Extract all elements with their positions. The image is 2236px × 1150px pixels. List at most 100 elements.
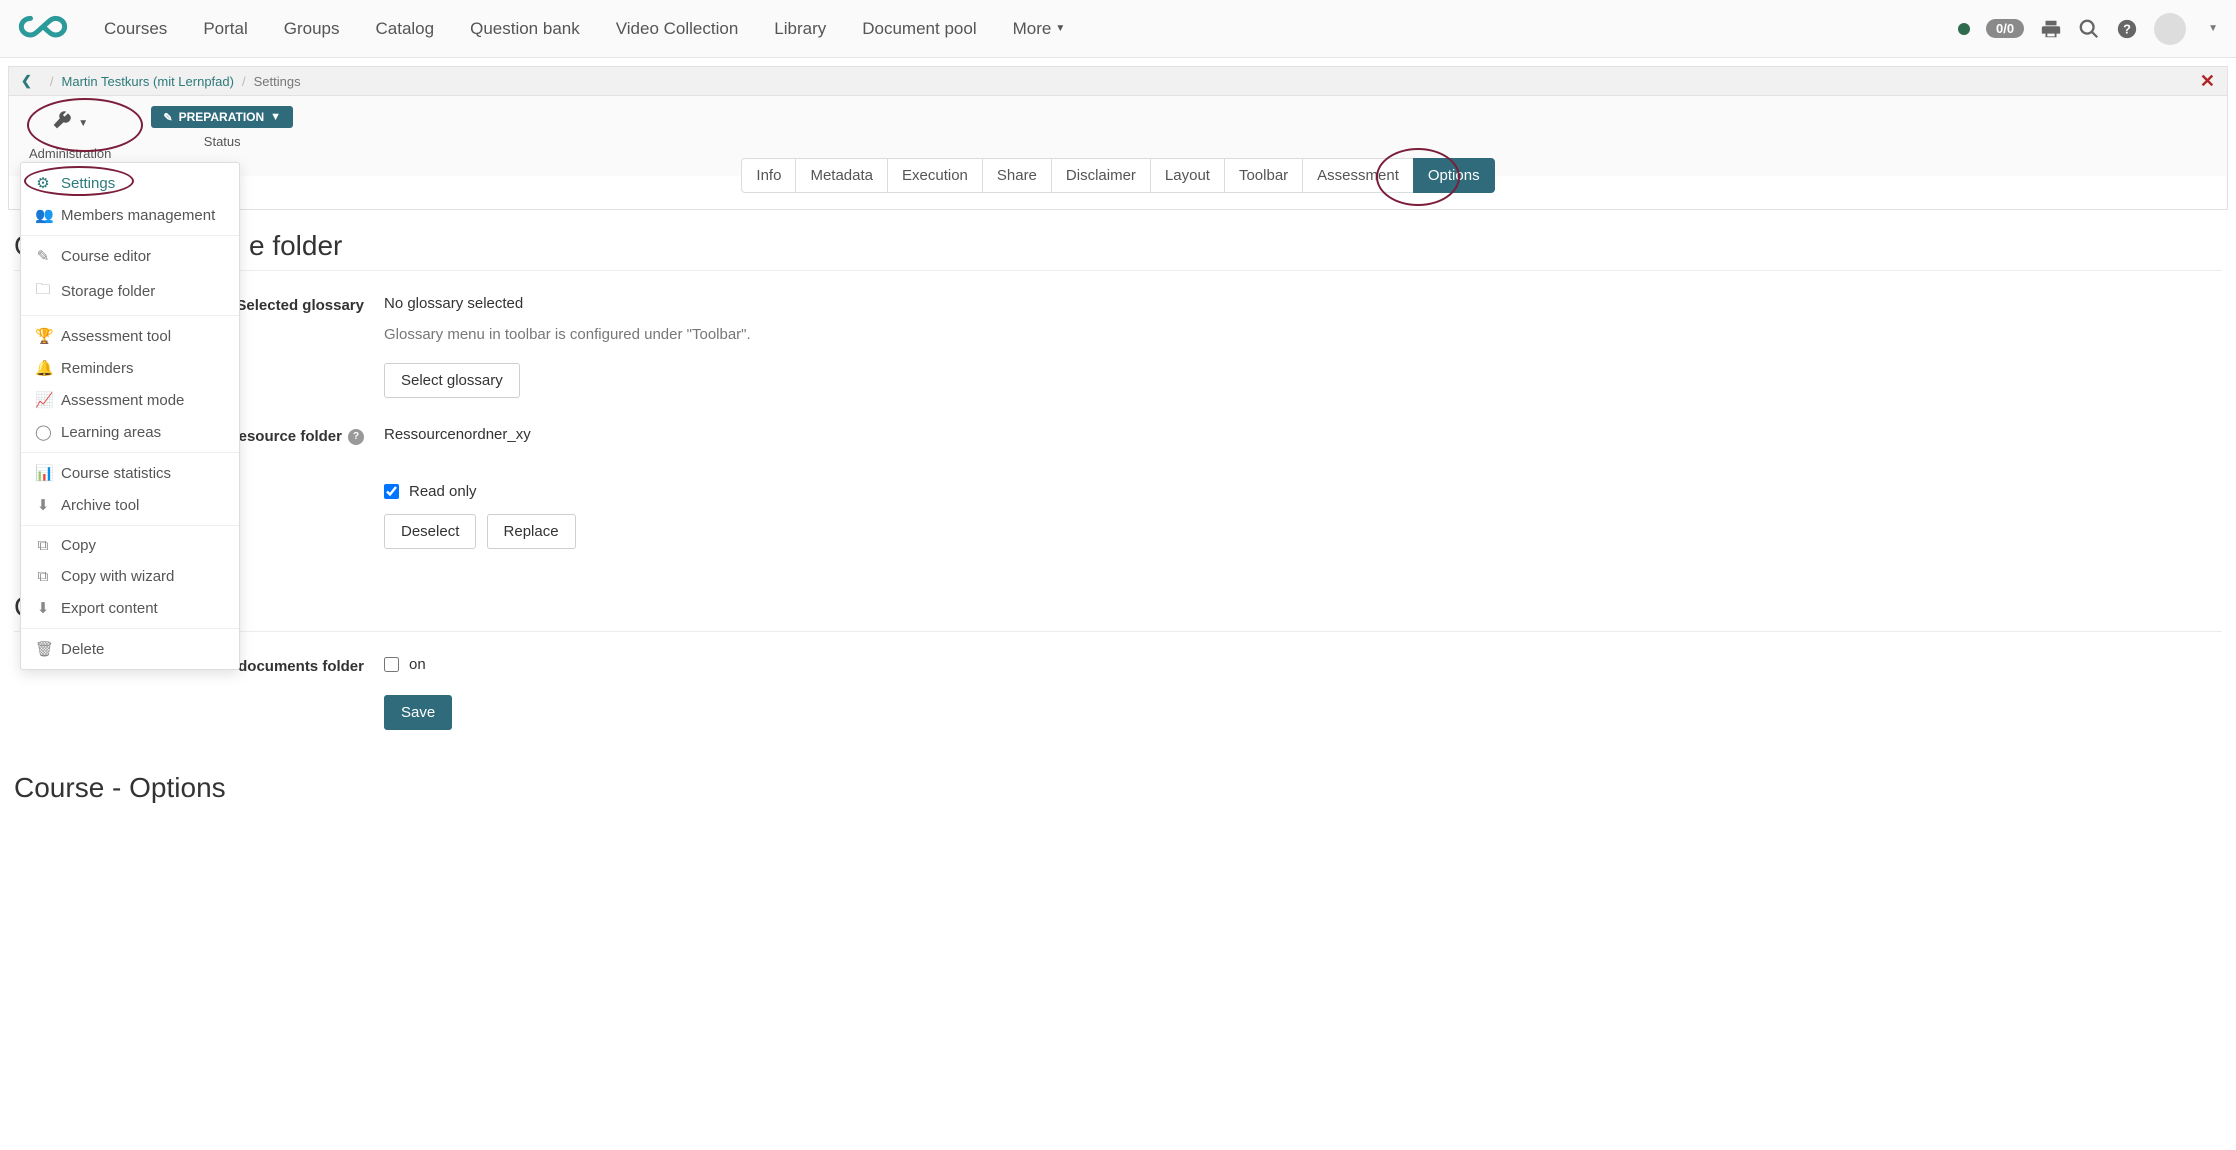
divider — [14, 631, 2222, 632]
dd-label: Course editor — [61, 248, 151, 265]
dd-label: Delete — [61, 641, 104, 658]
title-tail: e folder — [249, 230, 342, 261]
tab-options[interactable]: Options — [1413, 158, 1495, 193]
pencil-icon: ✎ — [163, 111, 172, 124]
tab-info[interactable]: Info — [741, 158, 796, 193]
avatar[interactable] — [2154, 13, 2186, 45]
notification-badge[interactable]: 0/0 — [1986, 19, 2024, 38]
row-resource-folder: d resource folder ? Ressourcenordner_xy … — [14, 426, 2222, 549]
download-icon: ⬇ — [35, 496, 51, 514]
edit-icon: ✎ — [35, 247, 51, 265]
trophy-icon: 🏆 — [35, 327, 51, 345]
search-icon[interactable] — [2078, 18, 2100, 40]
value-resource-folder: Ressourcenordner_xy — [384, 426, 2222, 443]
administration-label: Administration — [29, 146, 111, 161]
nav-courses[interactable]: Courses — [86, 0, 185, 58]
divider — [21, 315, 239, 316]
dd-label: Assessment tool — [61, 328, 171, 345]
divider — [21, 452, 239, 453]
save-button[interactable]: Save — [384, 695, 452, 730]
nav-library[interactable]: Library — [756, 0, 844, 58]
settings-tabs: Info Metadata Execution Share Disclaimer… — [741, 158, 1494, 193]
replace-button[interactable]: Replace — [487, 514, 576, 549]
main-content: G lossary / resource folder Selected glo… — [0, 210, 2236, 852]
nav-more[interactable]: More ▼ — [995, 0, 1084, 58]
row-documents-folder: documents folder on Save — [14, 656, 2222, 730]
copy-icon: ⧉ — [35, 568, 51, 585]
dd-label: Learning areas — [61, 424, 161, 441]
dd-delete[interactable]: 🗑 Delete — [21, 633, 239, 665]
dd-label: Course statistics — [61, 465, 171, 482]
dd-storage-folder[interactable]: 🗀 Storage folder — [21, 272, 239, 311]
settings-tabs-row: Info Metadata Execution Share Disclaimer… — [8, 176, 2228, 210]
dd-settings[interactable]: ⚙ Settings — [21, 167, 239, 199]
dd-label: Assessment mode — [61, 392, 184, 409]
value-selected-glossary: No glossary selected — [384, 295, 2222, 312]
tab-toolbar[interactable]: Toolbar — [1224, 158, 1303, 193]
nav-catalog[interactable]: Catalog — [357, 0, 452, 58]
dd-assessment-mode[interactable]: 📈 Assessment mode — [21, 384, 239, 416]
nav-question-bank[interactable]: Question bank — [452, 0, 598, 58]
top-navbar: Courses Portal Groups Catalog Question b… — [0, 0, 2236, 58]
help-icon[interactable]: ? — [348, 429, 364, 445]
nav-portal[interactable]: Portal — [185, 0, 265, 58]
chevron-down-icon: ▼ — [1055, 23, 1065, 34]
chevron-down-icon: ▼ — [270, 111, 281, 123]
dd-label: Reminders — [61, 360, 134, 377]
print-icon[interactable] — [2040, 18, 2062, 40]
nav-document-pool[interactable]: Document pool — [844, 0, 994, 58]
wrench-icon — [52, 110, 72, 136]
dd-assessment-tool[interactable]: 🏆 Assessment tool — [21, 320, 239, 352]
dd-course-editor[interactable]: ✎ Course editor — [21, 240, 239, 272]
dd-members-management[interactable]: 👥 Members management — [21, 199, 239, 231]
administration-tool-group: ▼ Administration — [29, 106, 111, 161]
tab-disclaimer[interactable]: Disclaimer — [1051, 158, 1151, 193]
documents-on-row: on — [384, 656, 2222, 673]
dd-label: Members management — [61, 207, 215, 224]
cogs-icon: ⚙ — [35, 174, 51, 192]
nav-video-collection[interactable]: Video Collection — [598, 0, 757, 58]
dd-label: Export content — [61, 600, 158, 617]
dd-copy[interactable]: ⧉ Copy — [21, 530, 239, 561]
dd-course-statistics[interactable]: 📊 Course statistics — [21, 457, 239, 489]
breadcrumb-course-link[interactable]: Martin Testkurs (mit Lernpfad) — [62, 74, 234, 89]
dd-archive-tool[interactable]: ⬇ Archive tool — [21, 489, 239, 521]
status-tool-group: ✎ PREPARATION ▼ Status — [151, 106, 293, 149]
circle-icon: ◯ — [35, 423, 51, 441]
help-icon[interactable]: ? — [2116, 18, 2138, 40]
section-title-glossary: G lossary / resource folder — [14, 230, 2222, 262]
documents-on-checkbox[interactable] — [384, 657, 399, 672]
dd-reminders[interactable]: 🔔 Reminders — [21, 352, 239, 384]
readonly-label: Read only — [409, 483, 477, 500]
trash-icon: 🗑 — [35, 640, 51, 658]
close-icon[interactable]: ✕ — [2200, 71, 2215, 92]
divider — [14, 270, 2222, 271]
breadcrumb-back-icon[interactable]: ❮ — [21, 73, 32, 89]
breadcrumb-sep: / — [242, 74, 246, 89]
dd-label: Copy — [61, 537, 96, 554]
tab-assessment[interactable]: Assessment — [1302, 158, 1414, 193]
dd-learning-areas[interactable]: ◯ Learning areas — [21, 416, 239, 448]
chevron-down-icon[interactable]: ▼ — [2208, 23, 2218, 34]
status-chip-label: PREPARATION — [179, 110, 265, 124]
note-glossary-toolbar: Glossary menu in toolbar is configured u… — [384, 326, 2222, 343]
nav-groups[interactable]: Groups — [266, 0, 358, 58]
status-chip[interactable]: ✎ PREPARATION ▼ — [151, 106, 293, 128]
dd-copy-with-wizard[interactable]: ⧉ Copy with wizard — [21, 561, 239, 592]
readonly-checkbox[interactable] — [384, 484, 399, 499]
dd-export-content[interactable]: ⬇ Export content — [21, 592, 239, 624]
presence-dot-icon[interactable] — [1958, 23, 1970, 35]
logo-infinity-icon[interactable] — [18, 15, 68, 41]
tab-share[interactable]: Share — [982, 158, 1052, 193]
status-label: Status — [204, 134, 241, 149]
bell-icon: 🔔 — [35, 359, 51, 377]
select-glossary-button[interactable]: Select glossary — [384, 363, 520, 398]
deselect-button[interactable]: Deselect — [384, 514, 476, 549]
tab-layout[interactable]: Layout — [1150, 158, 1225, 193]
tab-metadata[interactable]: Metadata — [795, 158, 888, 193]
topbar-right: 0/0 ? ▼ — [1958, 13, 2218, 45]
tab-execution[interactable]: Execution — [887, 158, 983, 193]
administration-button[interactable]: ▼ — [38, 106, 102, 140]
gauge-icon: 📈 — [35, 391, 51, 409]
chart-icon: 📊 — [35, 464, 51, 482]
